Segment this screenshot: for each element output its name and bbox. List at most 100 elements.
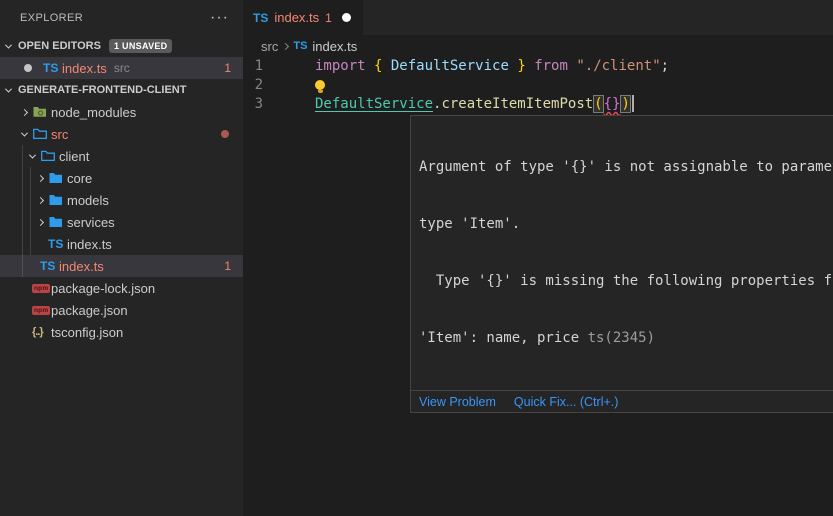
chevron-right-icon[interactable] xyxy=(32,176,48,181)
chevron-down-icon[interactable] xyxy=(0,88,16,93)
more-actions-icon[interactable]: ··· xyxy=(210,13,229,23)
tree-item-label: tsconfig.json xyxy=(51,325,123,340)
npm-icon-text: npm xyxy=(32,284,50,293)
error-message-tail: 'Item': name, price xyxy=(419,330,588,346)
tree-item-label: index.ts xyxy=(59,259,104,274)
tree-item-label: src xyxy=(51,127,68,142)
tree-item-core[interactable]: core xyxy=(0,167,243,189)
paren-open: ( xyxy=(593,95,603,113)
npm-icon-text: npm xyxy=(32,306,50,315)
folder-open-icon xyxy=(32,126,51,142)
typescript-file-icon: TS xyxy=(293,40,307,52)
error-message: Argument of type '{}' is not assignable … xyxy=(411,116,833,390)
npm-file-icon: npm xyxy=(32,306,51,315)
line-number: 3 xyxy=(243,95,263,114)
code-editor[interactable]: 1 import { DefaultService } from "./clie… xyxy=(243,57,833,114)
open-editors-section-header[interactable]: OPEN EDITORS 1 UNSAVED xyxy=(0,35,243,57)
chevron-right-icon[interactable] xyxy=(32,198,48,203)
error-message-line: type 'Item'. xyxy=(419,215,833,234)
folder-icon xyxy=(48,192,67,208)
tree-item-src[interactable]: src xyxy=(0,123,243,145)
keyword-from: from xyxy=(534,58,576,74)
breadcrumb-file[interactable]: index.ts xyxy=(312,39,357,54)
error-message-line: 'Item': name, price ts(2345) xyxy=(419,329,833,348)
code-line-1: 1 import { DefaultService } from "./clie… xyxy=(243,57,833,76)
brace-close: } xyxy=(509,58,534,74)
typescript-file-icon: TS xyxy=(40,259,59,273)
chevron-right-icon[interactable] xyxy=(16,110,32,115)
tree-item-package-lock-json[interactable]: npm package-lock.json xyxy=(0,277,243,299)
error-message-line: Argument of type '{}' is not assignable … xyxy=(419,158,833,177)
tree-item-label: package-lock.json xyxy=(51,281,155,296)
tree-item-node-modules[interactable]: node_modules xyxy=(0,101,243,123)
chevron-right-icon xyxy=(282,42,289,49)
error-code: ts(2345) xyxy=(588,330,655,346)
workspace-section-header[interactable]: GENERATE-FRONTEND-CLIENT xyxy=(0,79,243,101)
typescript-file-icon: TS xyxy=(253,11,268,25)
tree-item-label: client xyxy=(59,149,89,164)
tree-item-label: package.json xyxy=(51,303,128,318)
explorer-header: EXPLORER ··· xyxy=(0,0,243,35)
code-line-content: DefaultService.createItemItemPost({}) xyxy=(263,95,634,114)
tree-item-services[interactable]: services xyxy=(0,211,243,233)
tree-item-label: core xyxy=(67,171,92,186)
open-editor-filename: index.ts xyxy=(62,61,107,76)
explorer-sidebar: EXPLORER ··· OPEN EDITORS 1 UNSAVED TS i… xyxy=(0,0,243,516)
error-count-badge: 1 xyxy=(224,259,243,273)
tree-item-index-ts-src[interactable]: TS index.ts 1 xyxy=(0,255,243,277)
tree-item-index-ts-client[interactable]: TS index.ts xyxy=(0,233,243,255)
chevron-down-icon[interactable] xyxy=(24,154,40,159)
import-identifier: DefaultService xyxy=(391,58,509,74)
lightbulb-icon[interactable] xyxy=(315,80,325,90)
tab-bar: TS index.ts 1 xyxy=(243,0,833,35)
typescript-file-icon: TS xyxy=(43,61,62,75)
chevron-down-icon[interactable] xyxy=(16,132,32,137)
open-editor-path: src xyxy=(114,61,130,75)
unsaved-dot-icon[interactable] xyxy=(342,13,351,22)
explorer-title: EXPLORER xyxy=(20,12,210,24)
folder-icon xyxy=(48,170,67,186)
tree-item-package-json[interactable]: npm package.json xyxy=(0,299,243,321)
indent-guide xyxy=(22,145,23,277)
code-line-content: import { DefaultService } from "./client… xyxy=(263,57,669,76)
modified-dot-icon[interactable] xyxy=(24,64,43,72)
tree-item-tsconfig-json[interactable]: {..} tsconfig.json xyxy=(0,321,243,343)
npm-file-icon: npm xyxy=(32,284,51,293)
brace-open: { xyxy=(374,58,391,74)
hover-actions: View Problem Quick Fix... (Ctrl+.) xyxy=(411,390,833,412)
open-editors-label: OPEN EDITORS xyxy=(18,40,101,52)
tab-index-ts[interactable]: TS index.ts 1 xyxy=(243,0,363,35)
error-count-badge: 1 xyxy=(224,61,243,75)
typescript-file-icon: TS xyxy=(48,237,67,251)
tree-item-label: index.ts xyxy=(67,237,112,252)
workspace-label: GENERATE-FRONTEND-CLIENT xyxy=(18,84,186,96)
chevron-right-icon[interactable] xyxy=(32,220,48,225)
tree-item-label: models xyxy=(67,193,109,208)
json-icon-text: {..} xyxy=(32,326,43,338)
json-config-file-icon: {..} xyxy=(32,326,51,338)
line-number: 2 xyxy=(243,76,263,95)
tree-item-label: node_modules xyxy=(51,105,136,120)
error-hover-tooltip: Argument of type '{}' is not assignable … xyxy=(410,115,833,413)
open-editor-item-index-ts[interactable]: TS index.ts src 1 xyxy=(0,57,243,79)
code-line-content xyxy=(263,76,325,95)
breadcrumb: src TS index.ts xyxy=(243,35,833,57)
node-modules-folder-icon xyxy=(32,104,51,120)
line-number: 1 xyxy=(243,57,263,76)
tree-item-client[interactable]: client xyxy=(0,145,243,167)
folder-open-icon xyxy=(40,148,59,164)
tree-item-models[interactable]: models xyxy=(0,189,243,211)
quick-fix-link[interactable]: Quick Fix... (Ctrl+.) xyxy=(514,395,619,409)
paren-close: ) xyxy=(620,95,630,113)
error-message-line: Type '{}' is missing the following prope… xyxy=(419,272,833,291)
empty-object-arg: {} xyxy=(604,96,621,112)
view-problem-link[interactable]: View Problem xyxy=(419,395,496,409)
modified-indicator-dot xyxy=(221,130,229,138)
service-identifier[interactable]: DefaultService xyxy=(315,96,433,112)
chevron-down-icon[interactable] xyxy=(0,44,16,49)
keyword-import: import xyxy=(315,58,374,74)
semicolon: ; xyxy=(661,58,669,74)
breadcrumb-folder[interactable]: src xyxy=(261,39,278,54)
module-string: "./client" xyxy=(576,58,660,74)
code-line-2: 2 xyxy=(243,76,833,95)
